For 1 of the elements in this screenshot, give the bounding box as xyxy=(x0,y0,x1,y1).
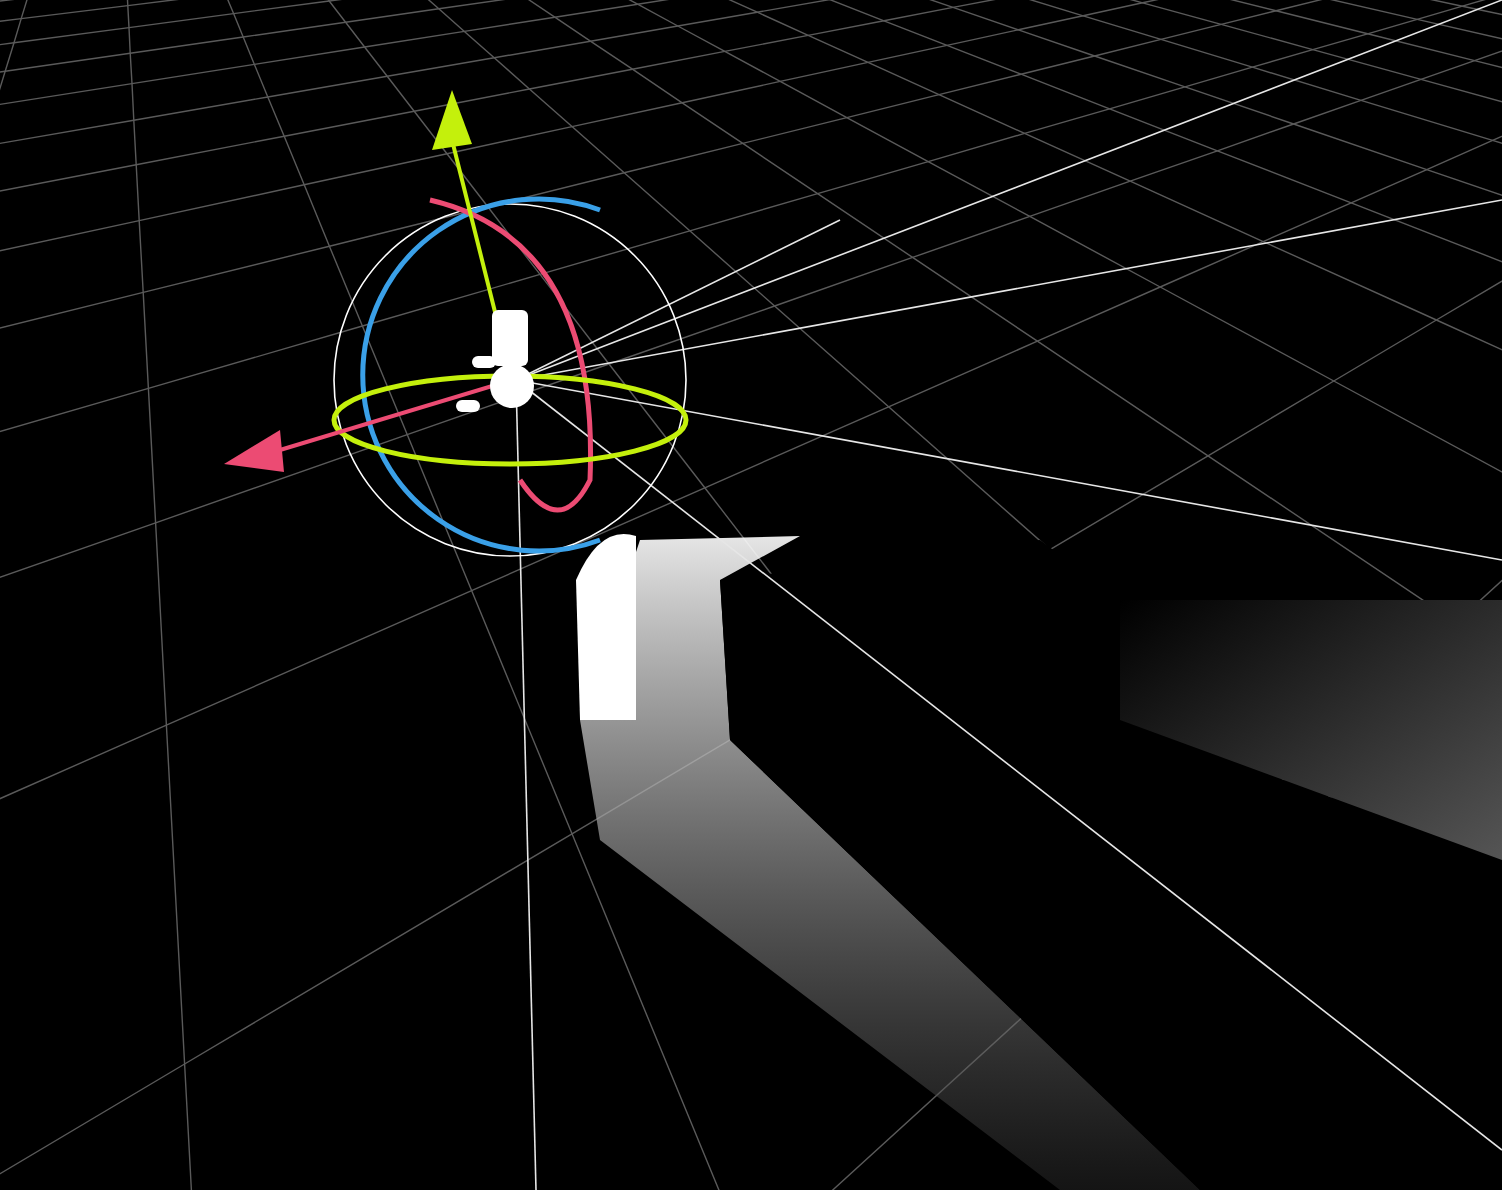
spotlight-gizmo-drawing[interactable] xyxy=(224,90,689,557)
